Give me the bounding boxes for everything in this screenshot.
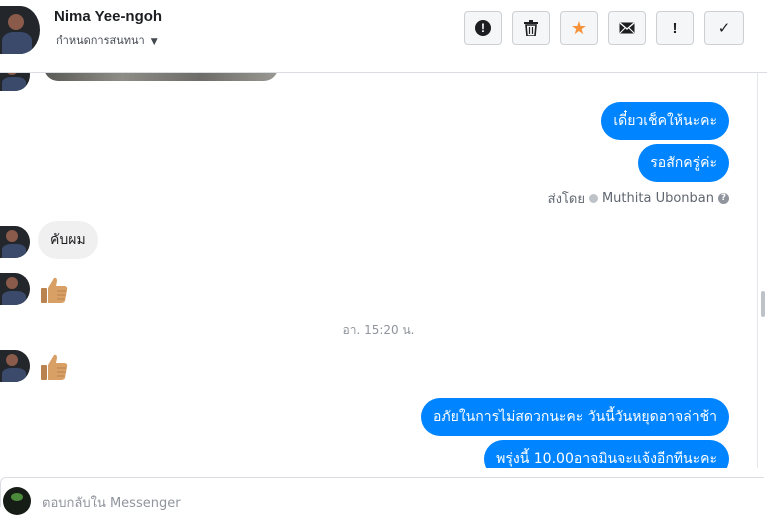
page-avatar (3, 487, 31, 515)
outgoing-message: เดี๋ยวเช็คให้นะคะ (601, 102, 729, 140)
exclamation-icon: ! (672, 19, 678, 37)
scrollbar-thumb[interactable] (761, 291, 765, 317)
sender-avatar (0, 273, 30, 305)
conversation-settings-label: กำหนดการสนทนา (56, 34, 145, 47)
shared-image[interactable] (44, 73, 278, 81)
thumbs-up-icon (41, 354, 68, 380)
caret-down-icon: ▼ (150, 37, 158, 47)
sender-avatar (0, 226, 30, 258)
envelope-icon (619, 22, 635, 34)
exclamation-circle-icon: ! (475, 20, 491, 36)
star-icon: ★ (570, 17, 588, 38)
sent-by-label: ส่งโดย (547, 192, 585, 207)
delete-button[interactable] (512, 11, 550, 45)
incoming-message: คับผม (38, 221, 98, 259)
conversation-settings-dropdown[interactable]: กำหนดการสนทนา ▼ (56, 31, 158, 49)
sent-by-info: ส่งโดย Muthita Ubonban ? (548, 188, 729, 209)
message-timestamp: อา. 15:20 น. (342, 323, 415, 337)
follow-up-button[interactable]: ! (656, 11, 694, 45)
mark-unread-button[interactable] (608, 11, 646, 45)
help-icon[interactable]: ? (718, 193, 729, 204)
star-button[interactable]: ★ (560, 11, 598, 45)
checkmark-icon: ✓ (717, 20, 731, 37)
contact-name[interactable]: Nima Yee-ngoh (54, 8, 162, 25)
page-badge-icon (588, 194, 598, 203)
conversation-header: Nima Yee-ngoh กำหนดการสนทนา ▼ ! ★ ! ✓ (0, 0, 767, 73)
sender-avatar (0, 350, 30, 382)
trash-icon (524, 20, 538, 36)
mark-spam-button[interactable]: ! (464, 11, 502, 45)
message-thread: เดี๋ยวเช็คให้นะคะ รอสักครู่ค่ะ ส่งโดย Mu… (0, 73, 757, 468)
sender-avatar (0, 73, 30, 91)
outgoing-message: รอสักครู่ค่ะ (638, 144, 729, 182)
contact-avatar[interactable] (0, 6, 40, 54)
outgoing-message: พรุ่งนี้ 10.00อาจมินจะแจ้งอีกทีนะคะ (484, 440, 729, 468)
outgoing-message: อภัยในการไม่สดวกนะคะ วันนี้วันหยุดอาจล่า… (420, 398, 729, 436)
sent-by-name[interactable]: Muthita Ubonban (602, 191, 714, 206)
mark-done-button[interactable]: ✓ (704, 11, 744, 45)
thumbs-up-icon (41, 277, 68, 303)
thread-scrollbar[interactable] (757, 73, 767, 468)
